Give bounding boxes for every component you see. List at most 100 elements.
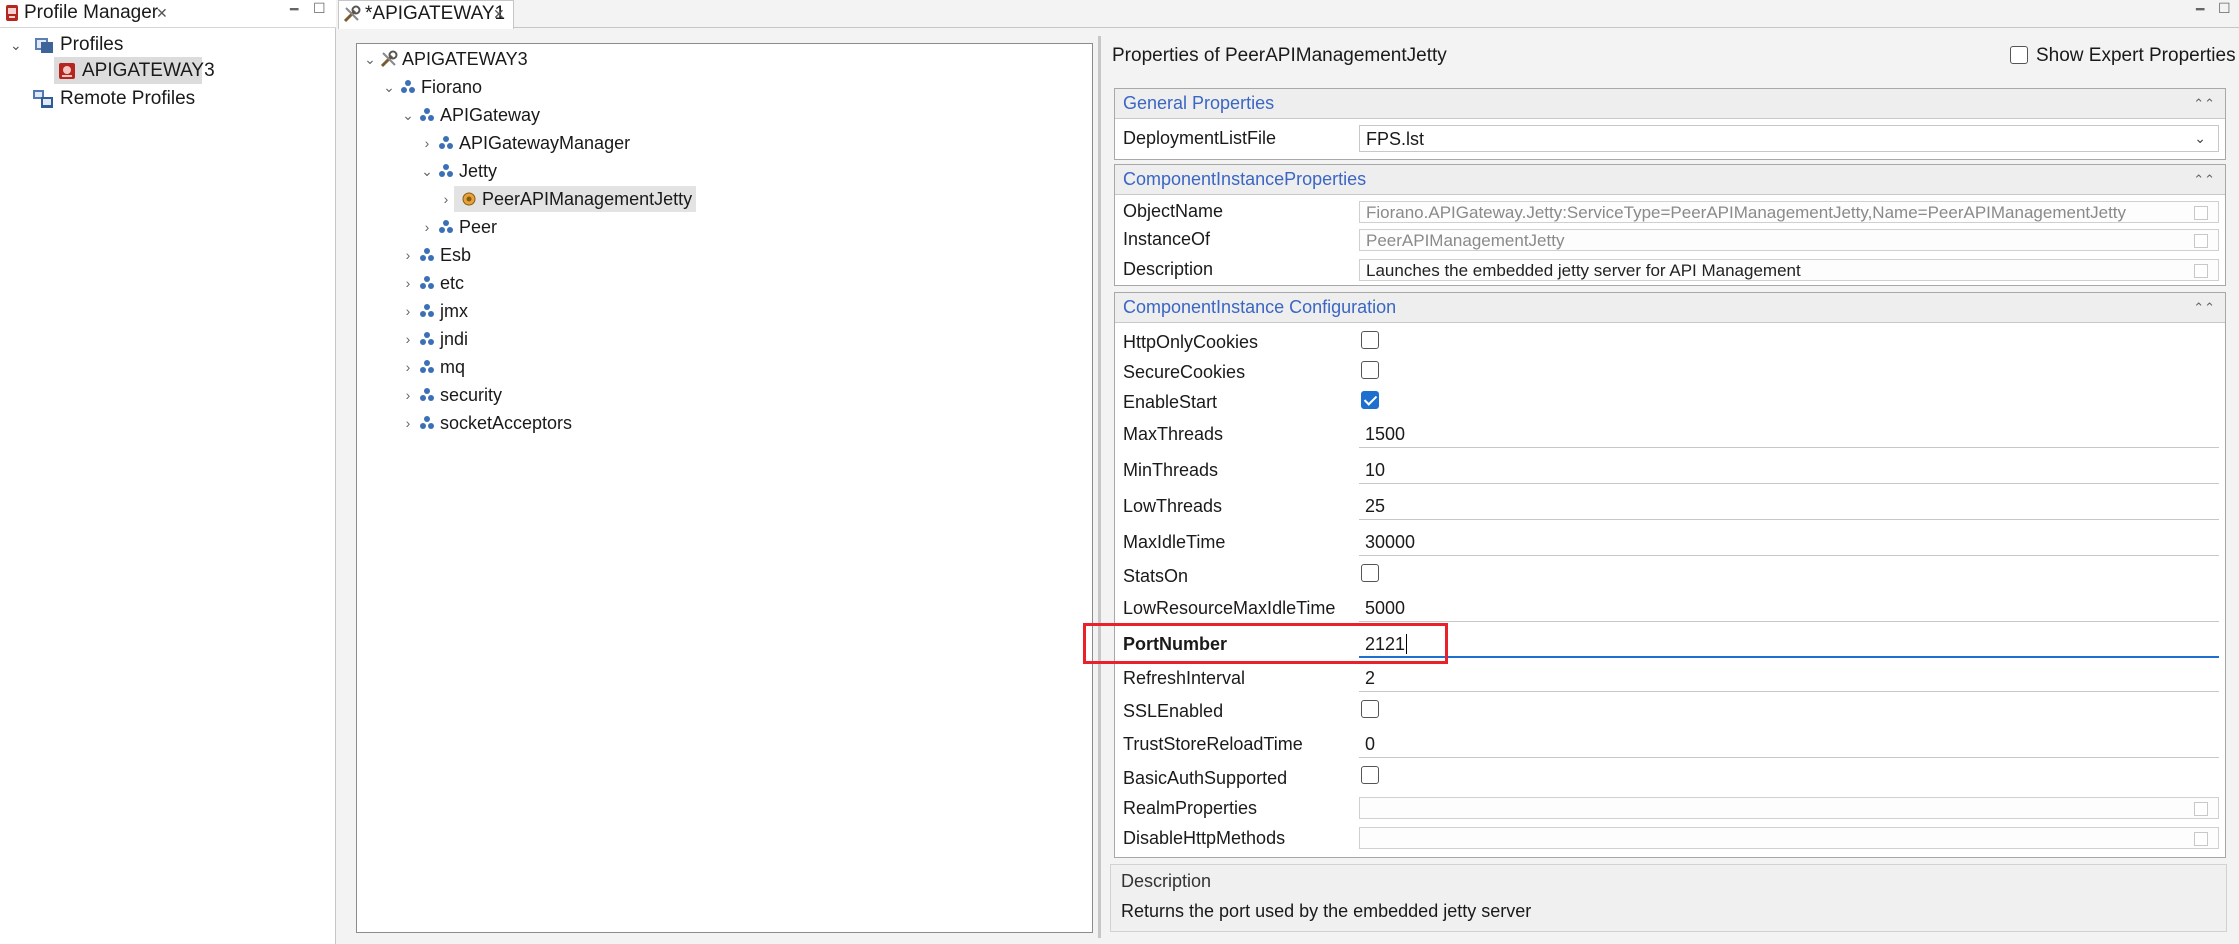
enable-start-checkbox[interactable] — [1361, 391, 1379, 409]
tree-node-jetty[interactable]: ⌄ Jetty — [419, 158, 497, 184]
tree-label: mq — [440, 356, 466, 377]
tree-node-fiorano[interactable]: ⌄ Fiorano — [381, 74, 482, 100]
prop-label: LowThreads — [1123, 496, 1223, 516]
max-idle-time-input[interactable]: 30000 — [1359, 529, 2219, 556]
tree-node-security[interactable]: › security — [400, 382, 502, 408]
chevron-down-icon[interactable]: ⌄ — [419, 163, 435, 180]
chevron-down-icon[interactable]: ⌄ — [10, 37, 26, 54]
port-number-input[interactable]: 2121 — [1359, 631, 2219, 658]
properties-title: Properties of PeerAPIManagementJetty — [1112, 45, 1447, 66]
instance-configuration-header[interactable]: ComponentInstance Configuration ⌃⌃ — [1115, 293, 2225, 323]
maximize-icon[interactable]: ☐ — [2218, 0, 2231, 17]
profiles-label: Profiles — [60, 34, 124, 55]
profile-manager-view — [0, 0, 336, 944]
chevron-right-icon[interactable]: › — [438, 191, 454, 207]
profile-manager-tab-title[interactable]: Profile Manager — [24, 2, 158, 24]
minimize-icon[interactable]: ━ — [290, 1, 298, 18]
tree-label: security — [440, 384, 503, 405]
http-only-cookies-checkbox[interactable] — [1361, 331, 1379, 349]
ssl-enabled-checkbox[interactable] — [1361, 700, 1379, 718]
prop-label: LowResourceMaxIdleTime — [1123, 598, 1336, 618]
max-idle-time-row: MaxIdleTime 30000 — [1115, 524, 2225, 560]
minimize-icon[interactable]: ━ — [2196, 1, 2204, 18]
secure-cookies-checkbox[interactable] — [1361, 361, 1379, 379]
tree-node-jndi[interactable]: › jndi — [400, 326, 468, 352]
tree-node-mq[interactable]: › mq — [400, 354, 465, 380]
prop-label: RealmProperties — [1123, 798, 1258, 818]
chevron-right-icon[interactable]: › — [419, 219, 435, 235]
collapse-icon[interactable]: ⌃⌃ — [2193, 96, 2215, 112]
general-properties-header[interactable]: General Properties ⌃⌃ — [1115, 89, 2225, 119]
tree-node-apigateway-manager[interactable]: › APIGatewayManager — [419, 130, 630, 156]
prop-label: HttpOnlyCookies — [1123, 332, 1259, 352]
description-title: Description — [1121, 871, 1212, 891]
tree-node-apigateway3[interactable]: ⌄ APIGATEWAY3 — [362, 46, 528, 72]
splitter-sash[interactable] — [1098, 36, 1101, 938]
disable-http-methods-field[interactable] — [1359, 827, 2219, 849]
refresh-interval-input[interactable]: 2 — [1359, 665, 2219, 692]
chevron-down-icon[interactable]: ⌄ — [400, 107, 416, 124]
chevron-down-icon[interactable]: ⌄ — [381, 79, 397, 96]
realm-properties-row: RealmProperties — [1115, 792, 2225, 822]
profiles-tree-node[interactable]: ⌄ Profiles — [10, 32, 123, 58]
chevron-right-icon[interactable]: › — [400, 415, 416, 431]
deployment-list-row: DeploymentListFile FPS.lst ⌄ — [1115, 122, 2225, 156]
tree-node-socket-acceptors[interactable]: › socketAcceptors — [400, 410, 572, 436]
low-threads-input[interactable]: 25 — [1359, 493, 2219, 520]
chevron-right-icon[interactable]: › — [400, 303, 416, 319]
ellipsis-box[interactable] — [2194, 206, 2208, 220]
collapse-icon[interactable]: ⌃⌃ — [2193, 300, 2215, 316]
object-name-field[interactable]: Fiorano.APIGateway.Jetty:ServiceType=Pee… — [1359, 201, 2219, 223]
low-resource-max-idle-input[interactable]: 5000 — [1359, 595, 2219, 622]
basic-auth-checkbox[interactable] — [1361, 766, 1379, 784]
profiles-folder-icon — [34, 36, 54, 54]
chevron-right-icon[interactable]: › — [400, 359, 416, 375]
chevron-right-icon[interactable]: › — [400, 331, 416, 347]
field-value: 5000 — [1365, 598, 1406, 618]
realm-properties-field[interactable] — [1359, 797, 2219, 819]
close-icon[interactable]: ✕ — [493, 6, 505, 23]
close-icon[interactable]: ✕ — [156, 5, 168, 22]
deployment-list-combo[interactable]: FPS.lst ⌄ — [1359, 125, 2219, 152]
instance-properties-header[interactable]: ComponentInstanceProperties ⌃⌃ — [1115, 165, 2225, 195]
tree-node-peer-api-management-jetty[interactable]: › PeerAPIManagementJetty — [438, 186, 697, 212]
maximize-icon[interactable]: ☐ — [313, 0, 326, 17]
max-threads-row: MaxThreads 1500 — [1115, 416, 2225, 452]
tree-selection[interactable]: PeerAPIManagementJetty — [454, 186, 697, 212]
remote-profiles-node[interactable]: Remote Profiles — [32, 86, 195, 112]
chevron-down-icon[interactable]: ⌄ — [362, 51, 378, 68]
description-field[interactable]: Launches the embedded jetty server for A… — [1359, 259, 2219, 281]
prop-label: ObjectName — [1123, 201, 1224, 221]
tree-node-jmx[interactable]: › jmx — [400, 298, 468, 324]
ellipsis-box[interactable] — [2194, 832, 2208, 846]
prop-label: MinThreads — [1123, 460, 1219, 480]
low-resource-max-idle-row: LowResourceMaxIdleTime 5000 — [1115, 590, 2225, 626]
editor-tabbar — [338, 0, 2239, 28]
chevron-down-icon[interactable]: ⌄ — [2194, 130, 2206, 147]
editor-tab[interactable]: *APIGATEWAY1 ✕ — [338, 0, 514, 29]
tree-node-peer[interactable]: › Peer — [419, 214, 497, 240]
truststore-reload-input[interactable]: 0 — [1359, 731, 2219, 758]
tree-node-apigateway[interactable]: ⌄ APIGateway — [400, 102, 540, 128]
instance-of-field[interactable]: PeerAPIManagementJetty — [1359, 229, 2219, 251]
chevron-right-icon[interactable]: › — [419, 135, 435, 151]
show-expert-checkbox[interactable] — [2010, 46, 2028, 64]
ellipsis-box[interactable] — [2194, 264, 2208, 278]
chevron-right-icon[interactable]: › — [400, 387, 416, 403]
tree-node-esb[interactable]: › Esb — [400, 242, 471, 268]
profile-item-selected[interactable]: APIGATEWAY3 — [54, 57, 215, 84]
chevron-right-icon[interactable]: › — [400, 275, 416, 291]
ellipsis-box[interactable] — [2194, 234, 2208, 248]
description-row: Description Launches the embedded jetty … — [1115, 257, 2225, 287]
node-icon — [418, 414, 436, 432]
node-icon — [418, 358, 436, 376]
chevron-right-icon[interactable]: › — [400, 247, 416, 263]
max-threads-input[interactable]: 1500 — [1359, 421, 2219, 448]
ellipsis-box[interactable] — [2194, 802, 2208, 816]
tree-label: APIGatewayManager — [459, 132, 631, 153]
collapse-icon[interactable]: ⌃⌃ — [2193, 172, 2215, 188]
prop-label: Description — [1123, 259, 1214, 279]
min-threads-input[interactable]: 10 — [1359, 457, 2219, 484]
stats-on-checkbox[interactable] — [1361, 564, 1379, 582]
tree-node-etc[interactable]: › etc — [400, 270, 464, 296]
